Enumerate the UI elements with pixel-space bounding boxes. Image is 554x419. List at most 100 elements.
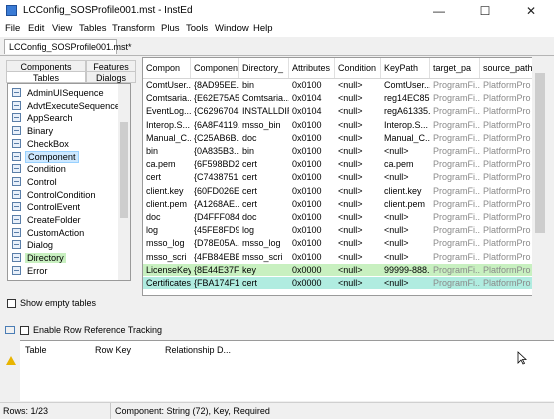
table-cell[interactable]: msso_bin <box>239 119 289 131</box>
table-cell[interactable]: <null> <box>335 224 381 236</box>
table-cell[interactable]: PlatformPro <box>480 105 533 117</box>
table-cell[interactable]: ProgramFi... <box>430 198 480 210</box>
show-empty-tables-option[interactable]: Show empty tables <box>7 298 96 308</box>
table-cell[interactable]: {6A8F4119... <box>191 119 239 131</box>
table-cell[interactable]: {45FE8FD9... <box>191 224 239 236</box>
menu-plus[interactable]: Plus <box>161 23 179 34</box>
table-cell[interactable]: 0x0104 <box>289 92 335 104</box>
list-item[interactable]: CreateFolder <box>12 214 83 226</box>
table-cell[interactable]: <null> <box>381 224 430 236</box>
table-cell[interactable]: <null> <box>335 171 381 183</box>
table-cell[interactable]: ca.pem <box>143 158 191 170</box>
table-cell[interactable]: cert <box>143 171 191 183</box>
table-cell[interactable]: msso_log <box>143 237 191 249</box>
table-cell[interactable]: {8AD95EE... <box>191 79 239 91</box>
close-button[interactable]: ✕ <box>508 0 554 22</box>
table-cell[interactable]: {6F598BD2... <box>191 158 239 170</box>
list-item[interactable]: AdminUISequence <box>12 87 106 99</box>
table-cell[interactable]: Manual_C... <box>143 132 191 144</box>
table-cell[interactable]: INSTALLDIR <box>239 105 289 117</box>
table-cell[interactable]: 0x0100 <box>289 79 335 91</box>
table-cell[interactable]: regA61335... <box>381 105 430 117</box>
table-cell[interactable]: client.pem <box>381 198 430 210</box>
table-cell[interactable]: key <box>239 264 289 276</box>
table-cell[interactable]: {FBA174F1... <box>191 277 239 289</box>
list-item[interactable]: Error <box>12 265 49 277</box>
table-cell[interactable]: PlatformPro <box>480 171 533 183</box>
table-cell[interactable]: Interop.S... <box>381 119 430 131</box>
table-cell[interactable]: reg14EC85... <box>381 92 430 104</box>
table-cell[interactable]: <null> <box>335 277 381 289</box>
column-header[interactable]: Attributes <box>289 58 335 78</box>
table-cell[interactable]: Manual_C... <box>381 132 430 144</box>
table-cell[interactable]: PlatformPro <box>480 277 533 289</box>
table-cell[interactable]: ProgramFi... <box>430 145 480 157</box>
table-row[interactable]: EventLog...{C6296704...INSTALLDIR0x0104<… <box>143 105 533 117</box>
table-row[interactable]: ComtUser...{8AD95EE...bin0x0100<null>Com… <box>143 79 533 91</box>
list-item-selected[interactable]: Component <box>12 150 79 163</box>
table-cell[interactable]: ProgramFi... <box>430 224 480 236</box>
list-item[interactable]: ControlCondition <box>12 189 97 201</box>
table-cell[interactable]: {4FB84EBB... <box>191 251 239 263</box>
table-cell[interactable]: client.pem <box>143 198 191 210</box>
table-cell[interactable]: PlatformPro <box>480 264 533 276</box>
table-row[interactable]: bin {0A835B3... bin 0x0100 <null> <null> Progr… <box>143 145 533 157</box>
table-cell[interactable]: bin <box>143 145 191 157</box>
table-cell[interactable]: log <box>239 224 289 236</box>
list-item[interactable]: Control <box>12 176 59 188</box>
table-cell[interactable]: ca.pem <box>381 158 430 170</box>
table-cell[interactable]: 0x0000 <box>289 277 335 289</box>
table-cell[interactable]: PlatformPro <box>480 119 533 131</box>
table-cell[interactable]: PlatformPro <box>480 251 533 263</box>
table-cell[interactable]: client.key <box>381 185 430 197</box>
table-cell[interactable]: msso_scri <box>239 251 289 263</box>
table-cell[interactable]: <null> <box>335 92 381 104</box>
table-cell[interactable]: PlatformPro <box>480 198 533 210</box>
table-cell[interactable]: PlatformPro <box>480 145 533 157</box>
table-row[interactable]: client.key{60FD026E...cert0x0100<null>cl… <box>143 185 533 197</box>
table-row[interactable]: client.pem {A1268AE... cert 0x0100 <null> cli… <box>143 198 533 210</box>
column-header[interactable]: KeyPath <box>381 58 430 78</box>
table-row[interactable]: msso_scri{4FB84EBB...msso_scri0x0100<nul… <box>143 251 533 263</box>
table-cell[interactable]: <null> <box>381 237 430 249</box>
table-cell[interactable]: PlatformPro <box>480 185 533 197</box>
table-cell[interactable]: ProgramFi... <box>430 171 480 183</box>
table-cell[interactable]: <null> <box>335 251 381 263</box>
table-row[interactable]: Comtsaria...{E62E75A5...Comtsaria...0x01… <box>143 92 533 104</box>
table-cell[interactable]: 0x0000 <box>289 264 335 276</box>
table-cell[interactable]: 0x0100 <box>289 224 335 236</box>
menu-file[interactable]: File <box>5 23 20 34</box>
table-cell[interactable]: {A1268AE... <box>191 198 239 210</box>
column-header[interactable]: Compon <box>143 58 191 78</box>
list-item[interactable]: AppSearch <box>12 112 74 124</box>
menu-view[interactable]: View <box>52 23 72 34</box>
table-cell[interactable]: <null> <box>381 211 430 223</box>
table-cell[interactable]: ProgramFi... <box>430 158 480 170</box>
column-header[interactable]: source_path <box>480 58 533 78</box>
table-cell[interactable]: Certificates <box>143 277 191 289</box>
table-cell[interactable]: doc <box>239 132 289 144</box>
table-row[interactable]: ca.pem{6F598BD2...cert0x0100<null>ca.pem… <box>143 158 533 170</box>
table-cell[interactable]: cert <box>239 277 289 289</box>
table-cell[interactable]: <null> <box>335 145 381 157</box>
table-cell[interactable]: cert <box>239 171 289 183</box>
menu-edit[interactable]: Edit <box>28 23 44 34</box>
table-cell[interactable]: ComtUser... <box>381 79 430 91</box>
column-header[interactable]: Condition <box>335 58 381 78</box>
table-cell[interactable]: <null> <box>335 237 381 249</box>
table-cell[interactable]: bin <box>239 145 289 157</box>
menu-tools[interactable]: Tools <box>186 23 208 34</box>
table-cell[interactable]: ProgramFi... <box>430 264 480 276</box>
table-cell[interactable]: msso_log <box>239 237 289 249</box>
table-cell[interactable]: Comtsaria... <box>143 92 191 104</box>
table-cell[interactable]: {D78E05A... <box>191 237 239 249</box>
table-cell[interactable]: doc <box>239 211 289 223</box>
table-cell[interactable]: {D4FFF084... <box>191 211 239 223</box>
table-cell[interactable]: 0x0104 <box>289 105 335 117</box>
table-cell[interactable]: ComtUser... <box>143 79 191 91</box>
table-cell[interactable]: ProgramFi... <box>430 105 480 117</box>
table-cell[interactable]: ProgramFi... <box>430 211 480 223</box>
grid-scrollbar[interactable] <box>532 57 548 296</box>
list-item[interactable]: CheckBox <box>12 138 71 150</box>
table-cell[interactable]: PlatformPro <box>480 211 533 223</box>
